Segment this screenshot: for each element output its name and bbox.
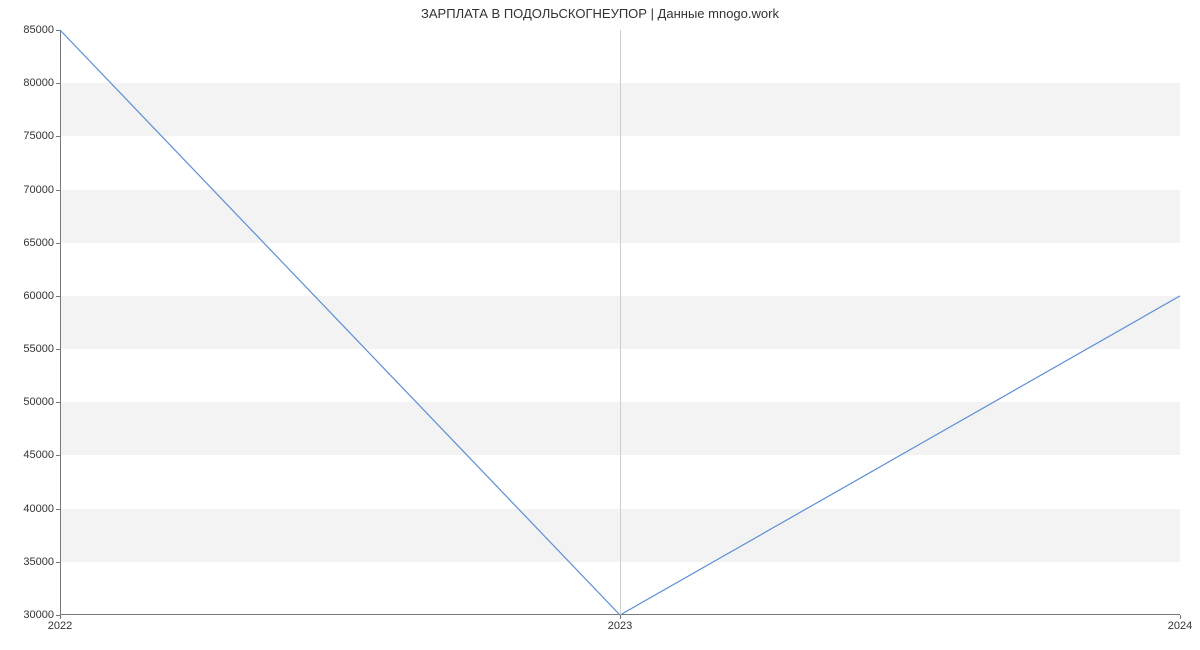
x-tick-mark	[1180, 615, 1181, 619]
y-tick-label: 40000	[0, 503, 54, 515]
y-tick-label: 55000	[0, 343, 54, 355]
y-tick-mark	[56, 402, 60, 403]
y-tick-label: 85000	[0, 24, 54, 36]
y-tick-label: 45000	[0, 449, 54, 461]
y-tick-mark	[56, 190, 60, 191]
y-tick-label: 80000	[0, 77, 54, 89]
x-tick-mark	[620, 615, 621, 619]
y-tick-label: 75000	[0, 130, 54, 142]
x-grid-line	[620, 30, 621, 615]
y-tick-mark	[56, 243, 60, 244]
x-tick-label: 2023	[608, 620, 632, 632]
x-tick-mark	[60, 615, 61, 619]
y-tick-label: 60000	[0, 290, 54, 302]
y-tick-label: 70000	[0, 184, 54, 196]
chart-title: ЗАРПЛАТА В ПОДОЛЬСКОГНЕУПОР | Данные mno…	[0, 6, 1200, 21]
y-tick-mark	[56, 562, 60, 563]
y-tick-mark	[56, 509, 60, 510]
chart-container: ЗАРПЛАТА В ПОДОЛЬСКОГНЕУПОР | Данные mno…	[0, 0, 1200, 650]
y-tick-label: 30000	[0, 609, 54, 621]
y-tick-label: 50000	[0, 396, 54, 408]
x-tick-label: 2024	[1168, 620, 1192, 632]
y-tick-mark	[56, 136, 60, 137]
y-tick-label: 35000	[0, 556, 54, 568]
y-tick-mark	[56, 30, 60, 31]
y-tick-mark	[56, 296, 60, 297]
y-tick-mark	[56, 349, 60, 350]
plot-area	[60, 30, 1180, 615]
y-tick-mark	[56, 455, 60, 456]
x-tick-label: 2022	[48, 620, 72, 632]
y-tick-mark	[56, 83, 60, 84]
y-tick-label: 65000	[0, 237, 54, 249]
